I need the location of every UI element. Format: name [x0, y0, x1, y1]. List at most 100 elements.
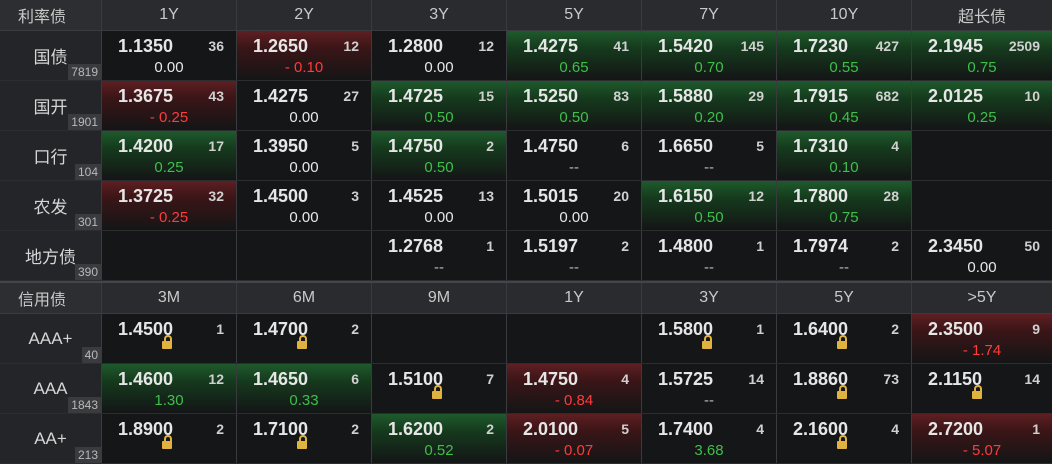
quote-cell[interactable] — [912, 131, 1052, 180]
quote-cell[interactable]: 1.3675 43 - 0.25 — [102, 81, 237, 130]
quote-cell[interactable]: 1.2800 12 0.00 — [372, 31, 507, 80]
quote-cell[interactable]: 1.4750 4 - 0.84 — [507, 364, 642, 413]
tenor-header[interactable]: 3Y — [642, 283, 777, 313]
quote-cell[interactable] — [507, 314, 642, 363]
trade-count: 36 — [208, 38, 224, 54]
bond-quote-grid: 利率债 1Y 2Y 3Y 5Y 7Y 10Y 超长债 国债 7819 1.1350 36 0.00 1.2… — [0, 0, 1052, 464]
quote-cell[interactable]: 1.4750 2 0.50 — [372, 131, 507, 180]
bond-type-label[interactable]: AAA 1843 — [0, 364, 102, 413]
quote-cell[interactable]: 2.0100 5 - 0.07 — [507, 414, 642, 463]
tenor-header[interactable]: 超长债 — [912, 0, 1052, 30]
bond-type-name: AAA+ — [28, 328, 73, 348]
quote-cell[interactable]: 2.3500 9 - 1.74 — [912, 314, 1052, 363]
quote-cell[interactable]: 1.4650 6 0.33 — [237, 364, 372, 413]
quote-cell[interactable]: 1.7400 4 3.68 — [642, 414, 777, 463]
quote-cell[interactable]: 1.4600 12 1.30 — [102, 364, 237, 413]
quote-cell[interactable]: 1.5800 1 — [642, 314, 777, 363]
tenor-header[interactable]: 5Y — [777, 283, 912, 313]
quote-cell[interactable]: 2.1150 14 — [912, 364, 1052, 413]
quote-cell[interactable]: 1.3950 5 0.00 — [237, 131, 372, 180]
quote-cell[interactable]: 1.5197 2 -- — [507, 231, 642, 280]
tenor-header[interactable]: 1Y — [102, 0, 237, 30]
tenor-header[interactable]: 1Y — [507, 283, 642, 313]
quote-cell[interactable]: 1.4275 27 0.00 — [237, 81, 372, 130]
quote-cell[interactable]: 1.8900 2 — [102, 414, 237, 463]
yield-value: 1.7915 — [793, 86, 849, 106]
quote-cell[interactable]: 1.3725 32 - 0.25 — [102, 181, 237, 230]
quote-cell[interactable]: 2.7200 1 - 5.07 — [912, 414, 1052, 463]
quote-cell[interactable]: 1.5420 145 0.70 — [642, 31, 777, 80]
tenor-header[interactable]: >5Y — [912, 283, 1052, 313]
quote-cell[interactable]: 1.5015 20 0.00 — [507, 181, 642, 230]
quote-cell[interactable]: 2.0125 10 0.25 — [912, 81, 1052, 130]
quote-cell[interactable]: 1.7100 2 — [237, 414, 372, 463]
quote-cell[interactable]: 1.1350 36 0.00 — [102, 31, 237, 80]
quote-cell[interactable] — [912, 181, 1052, 230]
quote-cell[interactable]: 1.5725 14 -- — [642, 364, 777, 413]
bond-type-label[interactable]: 国开 1901 — [0, 81, 102, 130]
quote-cell[interactable]: 1.7915 682 0.45 — [777, 81, 912, 130]
quote-cell[interactable]: 1.4800 1 -- — [642, 231, 777, 280]
quote-cell[interactable]: 1.5250 83 0.50 — [507, 81, 642, 130]
yield-value: 2.7200 — [928, 419, 984, 439]
bond-type-label[interactable]: 口行 104 — [0, 131, 102, 180]
tenor-header[interactable]: 10Y — [777, 0, 912, 30]
quote-row: 农发 301 1.3725 32 - 0.25 1.4500 3 0.00 1.4525 13 0.… — [0, 181, 1052, 231]
tenor-header[interactable]: 7Y — [642, 0, 777, 30]
quote-cell[interactable]: 1.2768 1 -- — [372, 231, 507, 280]
credit-bonds-header-row: 信用债 3M 6M 9M 1Y 3Y 5Y >5Y — [0, 283, 1052, 314]
quote-cell[interactable]: 2.1945 2509 0.75 — [912, 31, 1052, 80]
quote-cell[interactable]: 1.7310 4 0.10 — [777, 131, 912, 180]
quote-cell[interactable]: 1.8860 73 — [777, 364, 912, 413]
quote-cell[interactable]: 1.6650 5 -- — [642, 131, 777, 180]
tenor-header[interactable]: 6M — [237, 283, 372, 313]
yield-value: 1.5015 — [523, 186, 579, 206]
quote-cell[interactable]: 1.4500 3 0.00 — [237, 181, 372, 230]
yield-change: 0.00 — [289, 159, 319, 176]
bond-type-label[interactable]: 国债 7819 — [0, 31, 102, 80]
yield-value: 1.4750 — [388, 136, 444, 156]
quote-cell[interactable] — [102, 231, 237, 280]
tenor-header[interactable]: 2Y — [237, 0, 372, 30]
trade-count: 2 — [891, 238, 899, 254]
tenor-header[interactable]: 5Y — [507, 0, 642, 30]
quote-cell[interactable]: 1.6200 2 0.52 — [372, 414, 507, 463]
quote-cell[interactable]: 1.5100 7 — [372, 364, 507, 413]
quote-cell[interactable]: 1.4750 6 -- — [507, 131, 642, 180]
trade-count: 1 — [486, 238, 494, 254]
quote-cell[interactable]: 1.5880 29 0.20 — [642, 81, 777, 130]
tenor-header[interactable]: 9M — [372, 283, 507, 313]
quote-cell[interactable]: 1.6150 12 0.50 — [642, 181, 777, 230]
trade-count: 12 — [208, 371, 224, 387]
quote-cell[interactable]: 1.6400 2 — [777, 314, 912, 363]
quote-cell[interactable] — [372, 314, 507, 363]
yield-value: 1.1350 — [118, 36, 174, 56]
quote-cell[interactable]: 1.4500 1 — [102, 314, 237, 363]
yield-change: - 5.07 — [962, 442, 1002, 459]
tenor-header[interactable]: 3M — [102, 283, 237, 313]
quote-cell[interactable]: 1.7230 427 0.55 — [777, 31, 912, 80]
quote-cell[interactable]: 1.2650 12 - 0.10 — [237, 31, 372, 80]
yield-change: 0.55 — [829, 59, 859, 76]
bond-type-label[interactable]: AA+ 213 — [0, 414, 102, 463]
quote-cell[interactable] — [237, 231, 372, 280]
trade-count: 5 — [351, 138, 359, 154]
quote-cell[interactable]: 1.4525 13 0.00 — [372, 181, 507, 230]
bond-type-label[interactable]: 地方债 390 — [0, 231, 102, 280]
quote-cell[interactable]: 2.3450 50 0.00 — [912, 231, 1052, 280]
quote-cell[interactable]: 1.7800 28 0.75 — [777, 181, 912, 230]
trade-count: 28 — [883, 188, 899, 204]
quote-cell[interactable]: 2.1600 4 — [777, 414, 912, 463]
yield-value: 1.3725 — [118, 186, 174, 206]
tenor-header[interactable]: 3Y — [372, 0, 507, 30]
yield-value: 1.2768 — [388, 236, 444, 256]
yield-value: 1.4750 — [523, 369, 579, 389]
bond-type-label[interactable]: 农发 301 — [0, 181, 102, 230]
quote-cell[interactable]: 1.7974 2 -- — [777, 231, 912, 280]
trade-count: 2 — [486, 138, 494, 154]
quote-cell[interactable]: 1.4275 41 0.65 — [507, 31, 642, 80]
quote-cell[interactable]: 1.4725 15 0.50 — [372, 81, 507, 130]
quote-cell[interactable]: 1.4200 17 0.25 — [102, 131, 237, 180]
bond-type-label[interactable]: AAA+ 40 — [0, 314, 102, 363]
quote-cell[interactable]: 1.4700 2 — [237, 314, 372, 363]
